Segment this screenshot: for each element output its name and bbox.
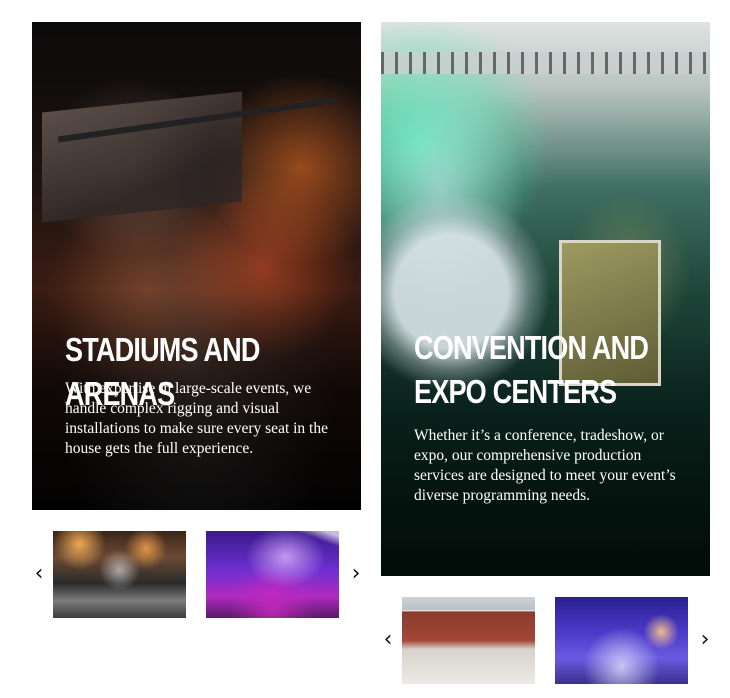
- thumbnail-image[interactable]: [402, 597, 535, 684]
- chevron-left-icon[interactable]: ‹: [30, 559, 48, 589]
- card-convention-expo[interactable]: Convention and Expo Centers Whether it’s…: [381, 22, 710, 576]
- thumbnail-carousel-convention: ‹ ›: [379, 597, 714, 685]
- background-truss: [381, 52, 710, 74]
- thumbnail-image[interactable]: [206, 531, 339, 618]
- thumbnail-carousel-stadiums: ‹ ›: [30, 531, 365, 619]
- thumbnail-image[interactable]: [555, 597, 688, 684]
- card-stadiums-arenas[interactable]: Stadiums and Arenas With expertise in la…: [32, 22, 361, 510]
- card-title: Convention and Expo Centers: [414, 329, 649, 410]
- chevron-right-icon[interactable]: ›: [347, 559, 365, 589]
- thumbnail-image[interactable]: [53, 531, 186, 618]
- background-image: [42, 91, 242, 223]
- card-description: With expertise in large-scale events, we…: [65, 380, 328, 457]
- chevron-left-icon[interactable]: ‹: [379, 625, 397, 655]
- chevron-right-icon[interactable]: ›: [696, 625, 714, 655]
- card-description: Whether it’s a conference, tradeshow, or…: [414, 427, 676, 504]
